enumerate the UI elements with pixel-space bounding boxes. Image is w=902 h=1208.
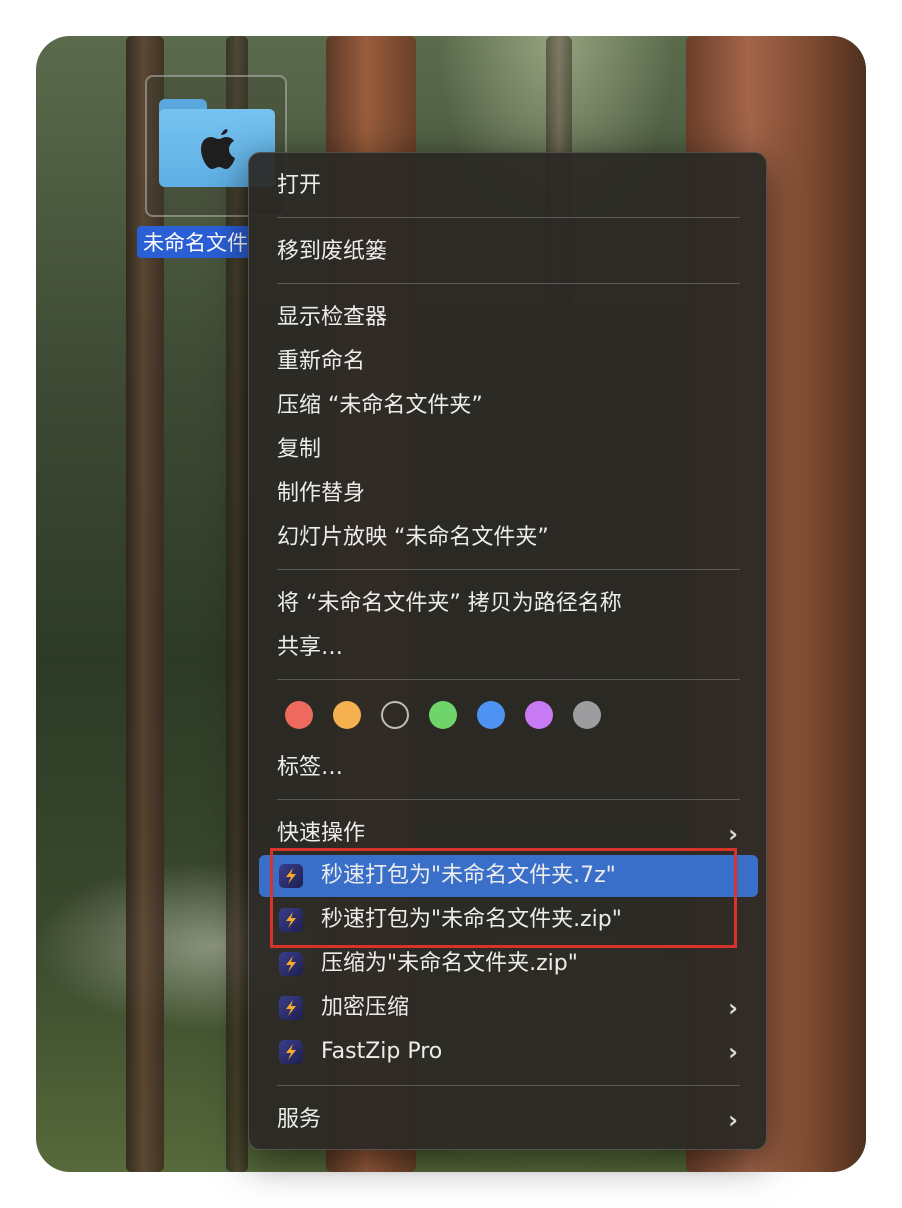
- tag-blue-dot[interactable]: [477, 701, 505, 729]
- menu-item-compress[interactable]: 压缩 “未命名文件夹”: [277, 391, 483, 421]
- menu-item-slideshow[interactable]: 幻灯片放映 “未命名文件夹”: [277, 523, 549, 553]
- apple-logo-icon: [201, 129, 235, 169]
- quick-action-encrypt[interactable]: 加密压缩: [321, 993, 409, 1023]
- menu-item-tags[interactable]: 标签…: [277, 753, 343, 783]
- menu-separator: [277, 283, 740, 284]
- quick-action-compress-zip[interactable]: 压缩为"未命名文件夹.zip": [321, 949, 578, 979]
- tag-red-dot[interactable]: [285, 701, 313, 729]
- menu-item-rename[interactable]: 重新命名: [277, 347, 365, 377]
- chevron-right-icon: ›: [728, 994, 738, 1022]
- fastzip-icon: [279, 1040, 303, 1064]
- fastzip-icon: [279, 996, 303, 1020]
- folder-name-label[interactable]: 未命名文件: [137, 226, 251, 258]
- menu-separator: [277, 569, 740, 570]
- fastzip-icon: [279, 952, 303, 976]
- menu-separator: [277, 1085, 740, 1086]
- menu-separator: [277, 799, 740, 800]
- menu-separator: [277, 217, 740, 218]
- chevron-right-icon: ›: [728, 1038, 738, 1066]
- context-menu: 打开 移到废纸篓 显示检查器 重新命名 压缩 “未命名文件夹” 复制 制作替身 …: [248, 152, 767, 1150]
- tag-purple-dot[interactable]: [525, 701, 553, 729]
- menu-item-make-alias[interactable]: 制作替身: [277, 479, 365, 509]
- tag-gray-dot[interactable]: [573, 701, 601, 729]
- menu-item-get-info[interactable]: 显示检查器: [277, 303, 387, 333]
- tag-orange-dot[interactable]: [333, 701, 361, 729]
- menu-item-share[interactable]: 共享…: [277, 633, 343, 663]
- menu-item-copy-path[interactable]: 将 “未命名文件夹” 拷贝为路径名称: [277, 589, 622, 619]
- annotation-highlight-box: [270, 848, 737, 948]
- tag-green-dot[interactable]: [429, 701, 457, 729]
- quick-action-fastzip-pro[interactable]: FastZip Pro: [321, 1037, 442, 1067]
- chevron-right-icon: ›: [728, 820, 738, 848]
- menu-item-duplicate[interactable]: 复制: [277, 435, 321, 465]
- menu-separator: [277, 679, 740, 680]
- menu-item-services[interactable]: 服务: [277, 1105, 321, 1135]
- tag-none-dot[interactable]: [381, 701, 409, 729]
- menu-item-quick-actions[interactable]: 快速操作: [277, 819, 365, 849]
- menu-item-move-to-trash[interactable]: 移到废纸篓: [277, 237, 387, 267]
- chevron-right-icon: ›: [728, 1106, 738, 1134]
- menu-item-open[interactable]: 打开: [277, 171, 321, 201]
